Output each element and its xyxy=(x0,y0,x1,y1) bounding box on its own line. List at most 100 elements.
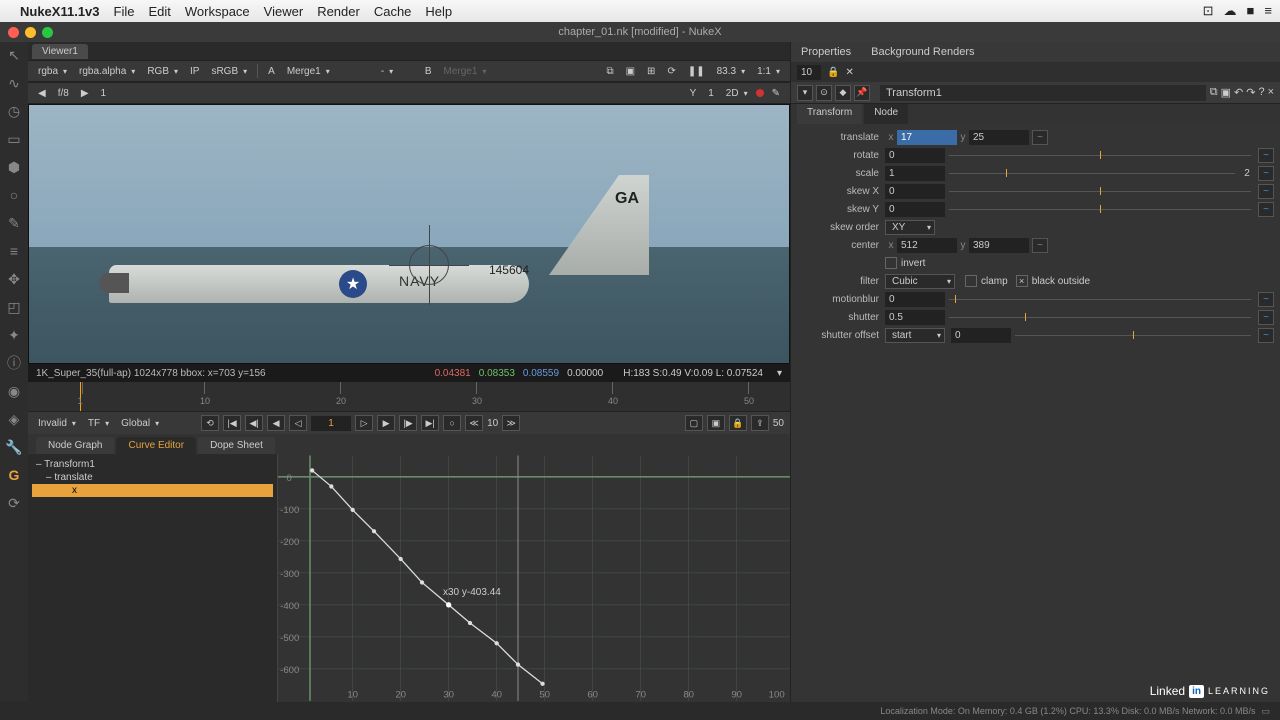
menu-render[interactable]: Render xyxy=(317,4,360,19)
rotate-input[interactable] xyxy=(885,148,945,163)
viewer-image[interactable]: GA NAVY 145604 ★ xyxy=(28,104,790,364)
channel-dropdown[interactable]: rgba xyxy=(34,66,71,77)
icon-b[interactable]: ▣ xyxy=(707,415,725,431)
select-tool-icon[interactable]: ↖ xyxy=(5,46,23,64)
tab-curve-editor[interactable]: Curve Editor xyxy=(116,437,196,454)
black-outside-checkbox[interactable]: × xyxy=(1016,275,1028,287)
record-icon[interactable] xyxy=(756,89,764,97)
tab-node-graph[interactable]: Node Graph xyxy=(36,437,114,454)
clamp-checkbox[interactable] xyxy=(965,275,977,287)
tree-node[interactable]: – Transform1 xyxy=(32,458,273,471)
menu-workspace[interactable]: Workspace xyxy=(185,4,250,19)
skewy-anim-icon[interactable]: ~ xyxy=(1258,202,1274,217)
clear-icon[interactable]: ✕ xyxy=(845,67,853,78)
curve-tree[interactable]: – Transform1 – translate x xyxy=(28,454,278,702)
step-fwd-button[interactable]: ▶ xyxy=(377,415,395,431)
timeline-ruler[interactable]: 11020304050 xyxy=(28,382,790,412)
cube-tool-icon[interactable]: ◰ xyxy=(5,298,23,316)
center-icon[interactable]: ⊙ xyxy=(816,85,832,101)
translate-y-input[interactable] xyxy=(969,130,1029,145)
skewx-slider[interactable] xyxy=(949,185,1251,197)
curve-tool-icon[interactable]: ∿ xyxy=(5,74,23,92)
clock-tool-icon[interactable]: ◷ xyxy=(5,102,23,120)
skip-back-button[interactable]: ≪ xyxy=(465,415,483,431)
tree-axis[interactable]: x xyxy=(32,484,273,497)
skew-order-dropdown[interactable]: XY xyxy=(885,220,935,235)
subtab-node[interactable]: Node xyxy=(864,104,908,124)
prev-icon[interactable]: ◀ xyxy=(34,88,50,99)
play-button[interactable]: ▷ xyxy=(355,415,373,431)
overlay-icon[interactable]: ▣ xyxy=(622,66,639,77)
scope-dropdown[interactable]: Global xyxy=(117,418,163,429)
playback-mode[interactable]: Invalid xyxy=(34,418,80,429)
last-frame-button[interactable]: ▶| xyxy=(421,415,439,431)
float-icon[interactable]: ⧉ xyxy=(1210,86,1218,99)
blend-dropdown[interactable]: - xyxy=(377,66,417,77)
tab-dope-sheet[interactable]: Dope Sheet xyxy=(198,437,275,454)
tf-dropdown[interactable]: TF xyxy=(84,418,113,429)
motionblur-slider[interactable] xyxy=(949,293,1251,305)
close-window-button[interactable] xyxy=(8,27,19,38)
b-button[interactable]: B xyxy=(421,66,436,77)
shape-tool-icon[interactable]: ⬢ xyxy=(5,158,23,176)
undo-node-icon[interactable]: ↶ xyxy=(1234,86,1243,99)
maximize-icon[interactable]: ▣ xyxy=(1221,86,1231,99)
sync-icon[interactable]: ⟲ xyxy=(201,415,219,431)
tree-param[interactable]: – translate xyxy=(32,471,273,484)
play-back-button[interactable]: ◁ xyxy=(289,415,307,431)
scale-input[interactable] xyxy=(885,166,945,181)
filter-dropdown[interactable]: Cubic xyxy=(885,274,955,289)
a-button[interactable]: A xyxy=(264,66,279,77)
menu-cache[interactable]: Cache xyxy=(374,4,412,19)
menu-edit[interactable]: Edit xyxy=(148,4,170,19)
translate-x-input[interactable] xyxy=(897,130,957,145)
skip-fwd-button[interactable]: ≫ xyxy=(502,415,520,431)
shutter-offset-input[interactable] xyxy=(951,328,1011,343)
spark-tool-icon[interactable]: ✦ xyxy=(5,326,23,344)
step-back-button[interactable]: ◀ xyxy=(267,415,285,431)
menu-viewer[interactable]: Viewer xyxy=(264,4,304,19)
pen-tool-icon[interactable]: ✎ xyxy=(5,214,23,232)
first-frame-button[interactable]: |◀ xyxy=(223,415,241,431)
tab-properties[interactable]: Properties xyxy=(801,46,851,58)
app-name[interactable]: NukeX11.1v3 xyxy=(20,4,100,19)
node-icon[interactable]: ◆ xyxy=(835,85,851,101)
wipe-icon[interactable]: ⧉ xyxy=(602,66,617,77)
tag-tool-icon[interactable]: ◈ xyxy=(5,410,23,428)
scale-anim-icon[interactable]: ~ xyxy=(1258,166,1274,181)
skewx-anim-icon[interactable]: ~ xyxy=(1258,184,1274,199)
skewy-input[interactable] xyxy=(885,202,945,217)
menu-icon[interactable]: ≡ xyxy=(1264,3,1272,19)
alpha-dropdown[interactable]: rgba.alpha xyxy=(75,66,139,77)
next-icon[interactable]: ▶ xyxy=(77,88,93,99)
fstop-label[interactable]: f/8 xyxy=(54,88,73,99)
expand-icon[interactable]: ▾ xyxy=(797,85,813,101)
circle-tool-icon[interactable]: ○ xyxy=(5,186,23,204)
invert-checkbox[interactable] xyxy=(885,257,897,269)
b-input-dropdown[interactable]: Merge1 xyxy=(439,66,499,77)
translate-anim-icon[interactable]: ~ xyxy=(1032,130,1048,145)
shutter-off-anim-icon[interactable]: ~ xyxy=(1258,328,1274,343)
pause-icon[interactable]: ❚❚ xyxy=(684,66,709,77)
center-x-input[interactable] xyxy=(897,238,957,253)
subtab-transform[interactable]: Transform xyxy=(797,104,862,124)
motionblur-anim-icon[interactable]: ~ xyxy=(1258,292,1274,307)
rotate-slider[interactable] xyxy=(949,149,1251,161)
refresh-icon[interactable]: ⟳ xyxy=(663,66,679,77)
roi-icon[interactable]: ⊞ xyxy=(643,66,659,77)
dimension-dropdown[interactable]: 2D xyxy=(722,88,752,99)
center-anim-icon[interactable]: ~ xyxy=(1032,238,1048,253)
rect-tool-icon[interactable]: ▭ xyxy=(5,130,23,148)
folder-icon[interactable]: ■ xyxy=(1247,3,1255,19)
skewy-slider[interactable] xyxy=(949,203,1251,215)
zoom-percent[interactable]: 83.3 xyxy=(713,66,749,77)
maximize-window-button[interactable] xyxy=(42,27,53,38)
rotate-anim-icon[interactable]: ~ xyxy=(1258,148,1274,163)
next-key-button[interactable]: |▶ xyxy=(399,415,417,431)
export-icon[interactable]: ⇪ xyxy=(751,415,769,431)
lut-dropdown[interactable]: sRGB xyxy=(207,66,251,77)
move-tool-icon[interactable]: ✥ xyxy=(5,270,23,288)
close-node-icon[interactable]: × xyxy=(1268,86,1274,99)
lock-icon[interactable]: 🔒 xyxy=(827,67,839,78)
wrench-tool-icon[interactable]: 🔧 xyxy=(5,438,23,456)
